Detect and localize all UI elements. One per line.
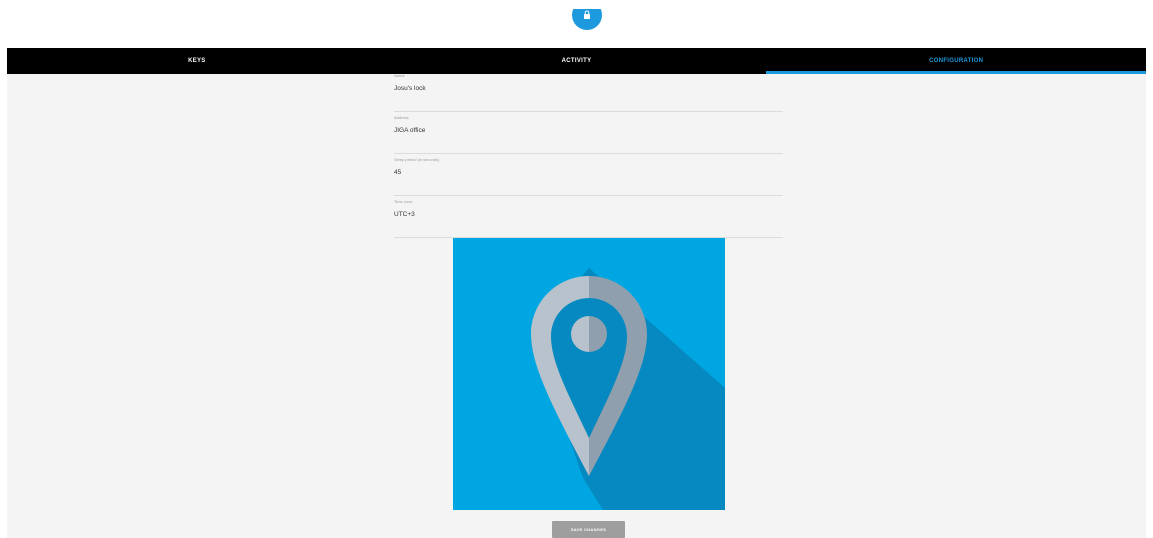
location-image[interactable] bbox=[453, 238, 725, 510]
tab-keys[interactable]: KEYS bbox=[7, 48, 387, 74]
sleep-period-field: Sleep period (in seconds) bbox=[394, 154, 783, 196]
name-input[interactable] bbox=[394, 83, 783, 93]
time-zone-label: Time zone bbox=[394, 199, 413, 204]
time-zone-input[interactable] bbox=[394, 209, 783, 219]
address-input[interactable] bbox=[394, 125, 783, 135]
sleep-period-input[interactable] bbox=[394, 167, 783, 177]
map-marker-icon bbox=[531, 268, 725, 510]
name-field: Name bbox=[394, 73, 783, 112]
configuration-form: Name Address Sleep period (in seconds) T… bbox=[394, 73, 783, 238]
lock-action-button[interactable] bbox=[572, 9, 602, 30]
header-strip bbox=[7, 9, 1146, 48]
time-zone-field: Time zone bbox=[394, 196, 783, 238]
address-field: Address bbox=[394, 112, 783, 154]
lock-icon bbox=[584, 10, 590, 19]
configuration-page: KEYS ACTIVITY CONFIGURATION Name Address… bbox=[7, 9, 1146, 538]
save-changes-button[interactable]: SAVE CHANGES bbox=[552, 521, 625, 538]
tab-activity[interactable]: ACTIVITY bbox=[387, 48, 767, 74]
sleep-period-label: Sleep period (in seconds) bbox=[394, 157, 440, 162]
tab-bar: KEYS ACTIVITY CONFIGURATION bbox=[7, 48, 1146, 74]
name-label: Name bbox=[394, 73, 405, 78]
tab-configuration[interactable]: CONFIGURATION bbox=[766, 48, 1146, 74]
address-label: Address bbox=[394, 115, 409, 120]
